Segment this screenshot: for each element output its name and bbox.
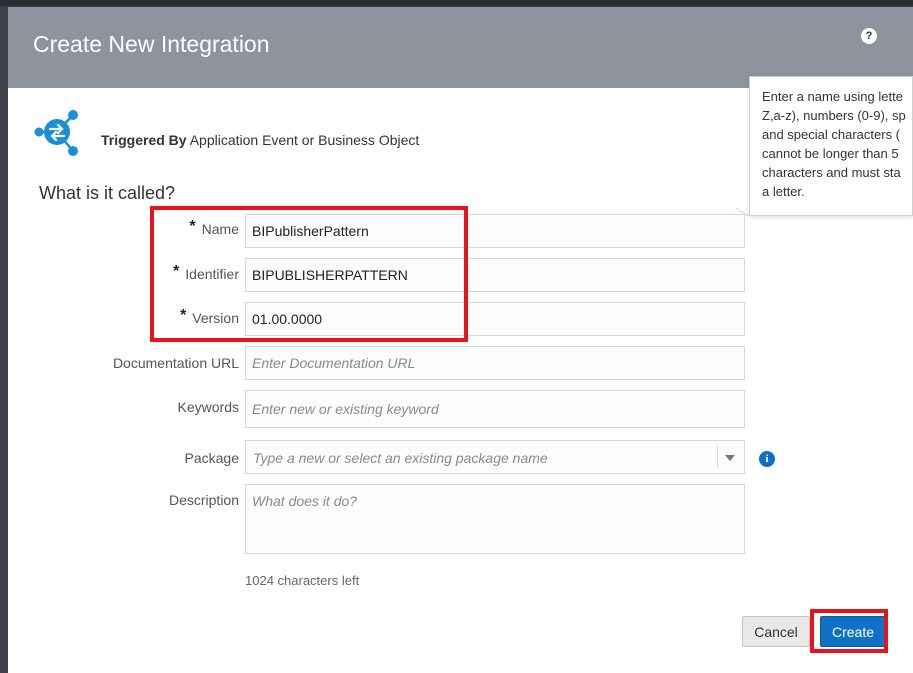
package-select[interactable]: Type a new or select an existing package… (245, 440, 745, 474)
tooltip-line: characters and must sta (762, 165, 901, 180)
tooltip-line: Z,a-z), numbers (0-9), sp (762, 108, 906, 123)
name-label-text: Name (201, 221, 239, 237)
select-divider (717, 446, 718, 468)
trigger-label: Triggered By (101, 132, 187, 148)
tooltip-line: a letter. (762, 184, 805, 199)
package-placeholder: Type a new or select an existing package… (253, 450, 548, 466)
name-label: * Name (189, 218, 239, 239)
chevron-down-icon[interactable] (725, 455, 735, 461)
identifier-label-text: Identifier (185, 266, 239, 282)
version-input[interactable] (245, 302, 745, 336)
name-input[interactable] (245, 214, 745, 248)
integration-trigger-icon (34, 110, 78, 156)
description-label: Description (168, 492, 239, 508)
required-marker: * (173, 263, 180, 280)
name-help-tooltip: Enter a name using lette Z,a-z), numbers… (749, 76, 913, 216)
documentation-url-input[interactable] (245, 346, 745, 380)
tooltip-line: Enter a name using lette (762, 89, 903, 104)
trigger-source: Application Event or Business Object (186, 132, 420, 148)
cancel-button[interactable]: Cancel (742, 616, 810, 647)
identifier-label: * Identifier (173, 263, 239, 284)
background-strip (0, 0, 913, 6)
characters-left-counter: 1024 characters left (245, 573, 360, 588)
required-marker: * (180, 307, 187, 324)
keywords-label: Keywords (177, 399, 239, 415)
keywords-input[interactable] (245, 390, 745, 428)
version-label-text: Version (192, 310, 239, 326)
identifier-input[interactable] (245, 258, 745, 292)
question-icon[interactable]: ? (861, 28, 877, 44)
tooltip-line: cannot be longer than 5 (762, 146, 899, 161)
version-label: * Version (180, 307, 239, 328)
documentation-url-label: Documentation URL (112, 355, 239, 371)
dialog-title: Create New Integration (33, 31, 270, 57)
info-icon[interactable]: i (759, 451, 775, 467)
tooltip-line: and special characters ( (762, 127, 901, 142)
trigger-description: Triggered By Application Event or Busine… (101, 132, 419, 148)
create-button[interactable]: Create (820, 616, 886, 647)
package-label: Package (184, 450, 239, 466)
section-title: What is it called? (39, 183, 176, 203)
required-marker: * (189, 218, 196, 235)
description-textarea[interactable] (245, 484, 745, 554)
